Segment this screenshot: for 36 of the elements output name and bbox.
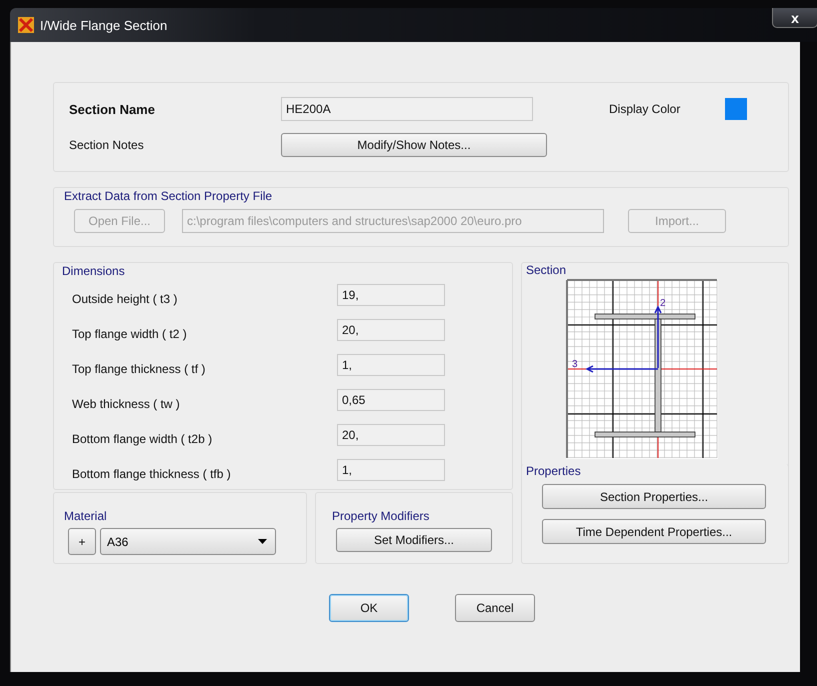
group-title: Extract Data from Section Property File	[64, 189, 274, 203]
properties-button[interactable]: Time Dependent Properties...	[542, 519, 766, 544]
add-material-button[interactable]: +	[68, 528, 96, 555]
notes-button[interactable]: Modify/Show Notes...	[281, 133, 547, 157]
dimension-label: Bottom flange width ( t2b )	[72, 432, 214, 446]
section-drawing: 2 3	[566, 279, 718, 459]
dimension-field[interactable]: 0,65	[337, 388, 445, 410]
material-dropdown[interactable]: A36	[100, 528, 276, 555]
dimension-label: Web thickness ( tw )	[72, 396, 181, 410]
app-icon	[18, 17, 34, 33]
dropdown-arrow-icon	[258, 539, 267, 544]
dimension-field[interactable]: 20,	[337, 318, 445, 340]
close-button[interactable]: x	[772, 8, 817, 28]
color-swatch[interactable]	[725, 98, 747, 120]
dialog-button[interactable]: OK	[329, 594, 409, 622]
set-modifiers-button[interactable]: Set Modifiers...	[336, 528, 492, 552]
section-name-label: Section Name	[69, 102, 156, 116]
group-title: Properties	[526, 464, 582, 478]
group-title: Dimensions	[62, 264, 126, 278]
dimension-label: Top flange thickness ( tf )	[72, 362, 206, 376]
dimension-field[interactable]: 20,	[337, 424, 445, 446]
window-title: I/Wide Flange Section	[40, 18, 168, 32]
dimension-field[interactable]: 1,	[337, 354, 445, 376]
dimension-label: Bottom flange thickness ( tfb )	[72, 466, 232, 480]
group-title: Property Modifiers	[332, 509, 430, 523]
dimension-label: Outside height ( t3 )	[72, 292, 178, 306]
dimension-field[interactable]: 19,	[337, 284, 445, 306]
dialog-button[interactable]: Cancel	[455, 594, 535, 622]
section-name-field[interactable]: HE200A	[281, 97, 533, 121]
dimension-field[interactable]: 1,	[337, 458, 445, 480]
dimension-label: Top flange width ( t2 )	[72, 326, 188, 340]
display-color-label: Display Color	[609, 102, 682, 116]
group-title: Material	[64, 509, 108, 523]
properties-button[interactable]: Section Properties...	[542, 484, 766, 509]
section-notes-label: Section Notes	[69, 138, 145, 152]
group-title: Section	[526, 263, 568, 277]
